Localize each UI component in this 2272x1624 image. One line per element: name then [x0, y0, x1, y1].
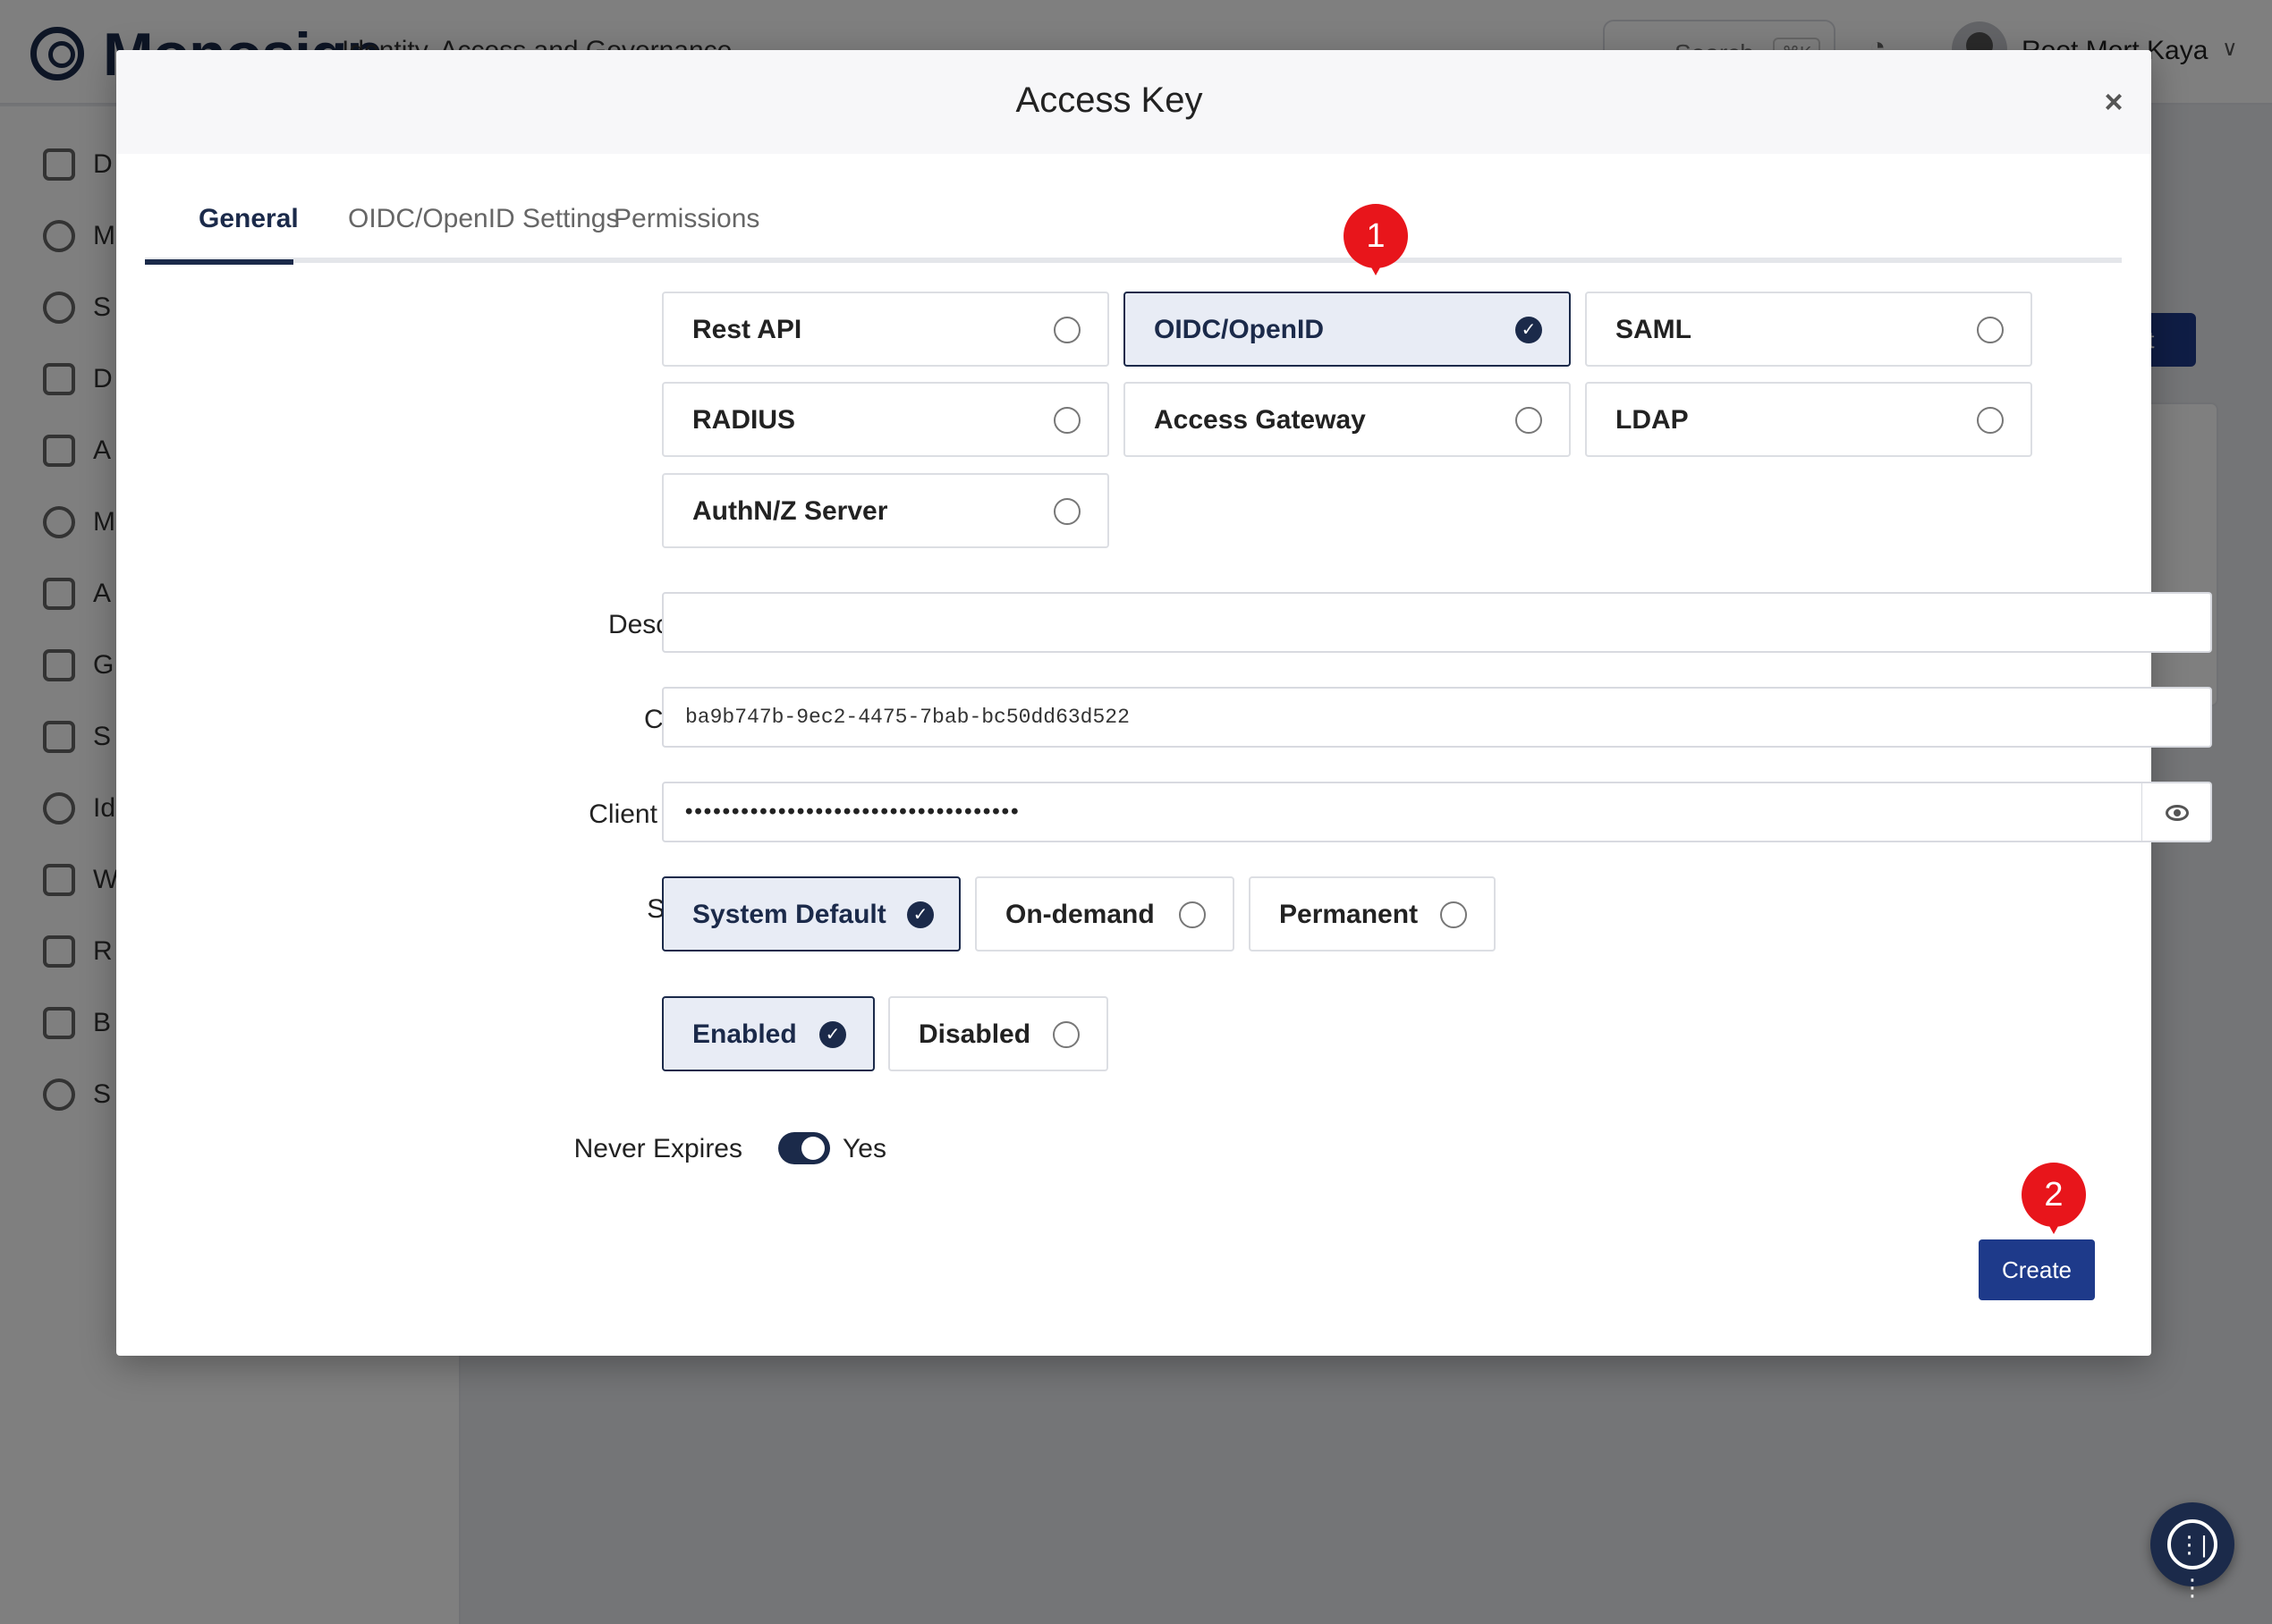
show-secret-button[interactable]	[2142, 782, 2212, 842]
tab-permissions[interactable]: Permissions	[614, 204, 759, 263]
type-option-saml[interactable]: SAML	[1585, 292, 2032, 367]
never-expires-label: Never Expires	[573, 1134, 742, 1163]
type-option-authnz-server[interactable]: AuthN/Z Server	[662, 473, 1109, 548]
radio-unchecked-icon	[1515, 407, 1542, 434]
option-label: Disabled	[919, 1019, 1031, 1049]
annotation-marker-1: 1	[1344, 204, 1408, 275]
option-label: Rest API	[692, 315, 802, 344]
radio-unchecked-icon	[1054, 498, 1081, 525]
check-circle-icon: ✓	[907, 901, 934, 928]
radio-unchecked-icon	[1054, 317, 1081, 343]
session-option-system-default[interactable]: System Default ✓	[662, 876, 961, 952]
toggle-knob	[801, 1137, 825, 1160]
client-id-field[interactable]: ba9b747b-9ec2-4475-7bab-bc50dd63d522	[662, 687, 2212, 748]
session-option-on-demand[interactable]: On-demand	[975, 876, 1234, 952]
option-label: Enabled	[692, 1019, 797, 1049]
modal-header: Access Key ×	[116, 50, 2151, 154]
client-secret-field[interactable]: ••••••••••••••••••••••••••••••••••••	[662, 782, 2143, 842]
option-label: RADIUS	[692, 405, 796, 435]
never-expires-value: Yes	[843, 1134, 886, 1163]
voice-wave-icon: ⋮|⋮	[2167, 1519, 2217, 1601]
create-button[interactable]: Create	[1979, 1239, 2095, 1300]
session-option-permanent[interactable]: Permanent	[1249, 876, 1496, 952]
option-label: System Default	[692, 900, 886, 929]
radio-unchecked-icon	[1179, 901, 1206, 928]
radio-unchecked-icon	[1053, 1021, 1080, 1048]
option-label: OIDC/OpenID	[1154, 315, 1325, 344]
option-label: Access Gateway	[1154, 405, 1366, 435]
type-option-access-gateway[interactable]: Access Gateway	[1123, 382, 1571, 457]
type-option-oidc[interactable]: OIDC/OpenID ✓	[1123, 292, 1571, 367]
state-option-enabled[interactable]: Enabled ✓	[662, 996, 875, 1071]
state-option-disabled[interactable]: Disabled	[888, 996, 1108, 1071]
radio-unchecked-icon	[1054, 407, 1081, 434]
option-label: AuthN/Z Server	[692, 496, 888, 526]
active-tab-indicator	[145, 259, 293, 265]
description-input[interactable]	[662, 592, 2212, 653]
radio-unchecked-icon	[1977, 317, 2004, 343]
check-circle-icon: ✓	[819, 1021, 846, 1048]
check-circle-icon: ✓	[1515, 317, 1542, 343]
option-label: LDAP	[1615, 405, 1689, 435]
option-label: SAML	[1615, 315, 1691, 344]
never-expires-toggle[interactable]	[778, 1132, 830, 1164]
access-key-modal: Access Key × General OIDC/OpenID Setting…	[116, 50, 2212, 1356]
modal-tabs: General OIDC/OpenID Settings Permissions	[145, 204, 2122, 265]
type-option-rest-api[interactable]: Rest API	[662, 292, 1109, 367]
type-option-radius[interactable]: RADIUS	[662, 382, 1109, 457]
eye-icon	[2166, 805, 2189, 821]
tab-oidc-settings[interactable]: OIDC/OpenID Settings	[348, 204, 619, 263]
chat-assistant-button[interactable]: ⋮|⋮	[2150, 1502, 2234, 1601]
type-option-ldap[interactable]: LDAP	[1585, 382, 2032, 457]
option-label: On-demand	[1005, 900, 1155, 929]
radio-unchecked-icon	[1440, 901, 1467, 928]
tab-general[interactable]: General	[199, 204, 299, 263]
close-icon[interactable]: ×	[2096, 86, 2132, 123]
radio-unchecked-icon	[1977, 407, 2004, 434]
annotation-marker-2: 2	[2022, 1163, 2086, 1234]
option-label: Permanent	[1279, 900, 1419, 929]
modal-title: Access Key	[1015, 80, 1203, 120]
